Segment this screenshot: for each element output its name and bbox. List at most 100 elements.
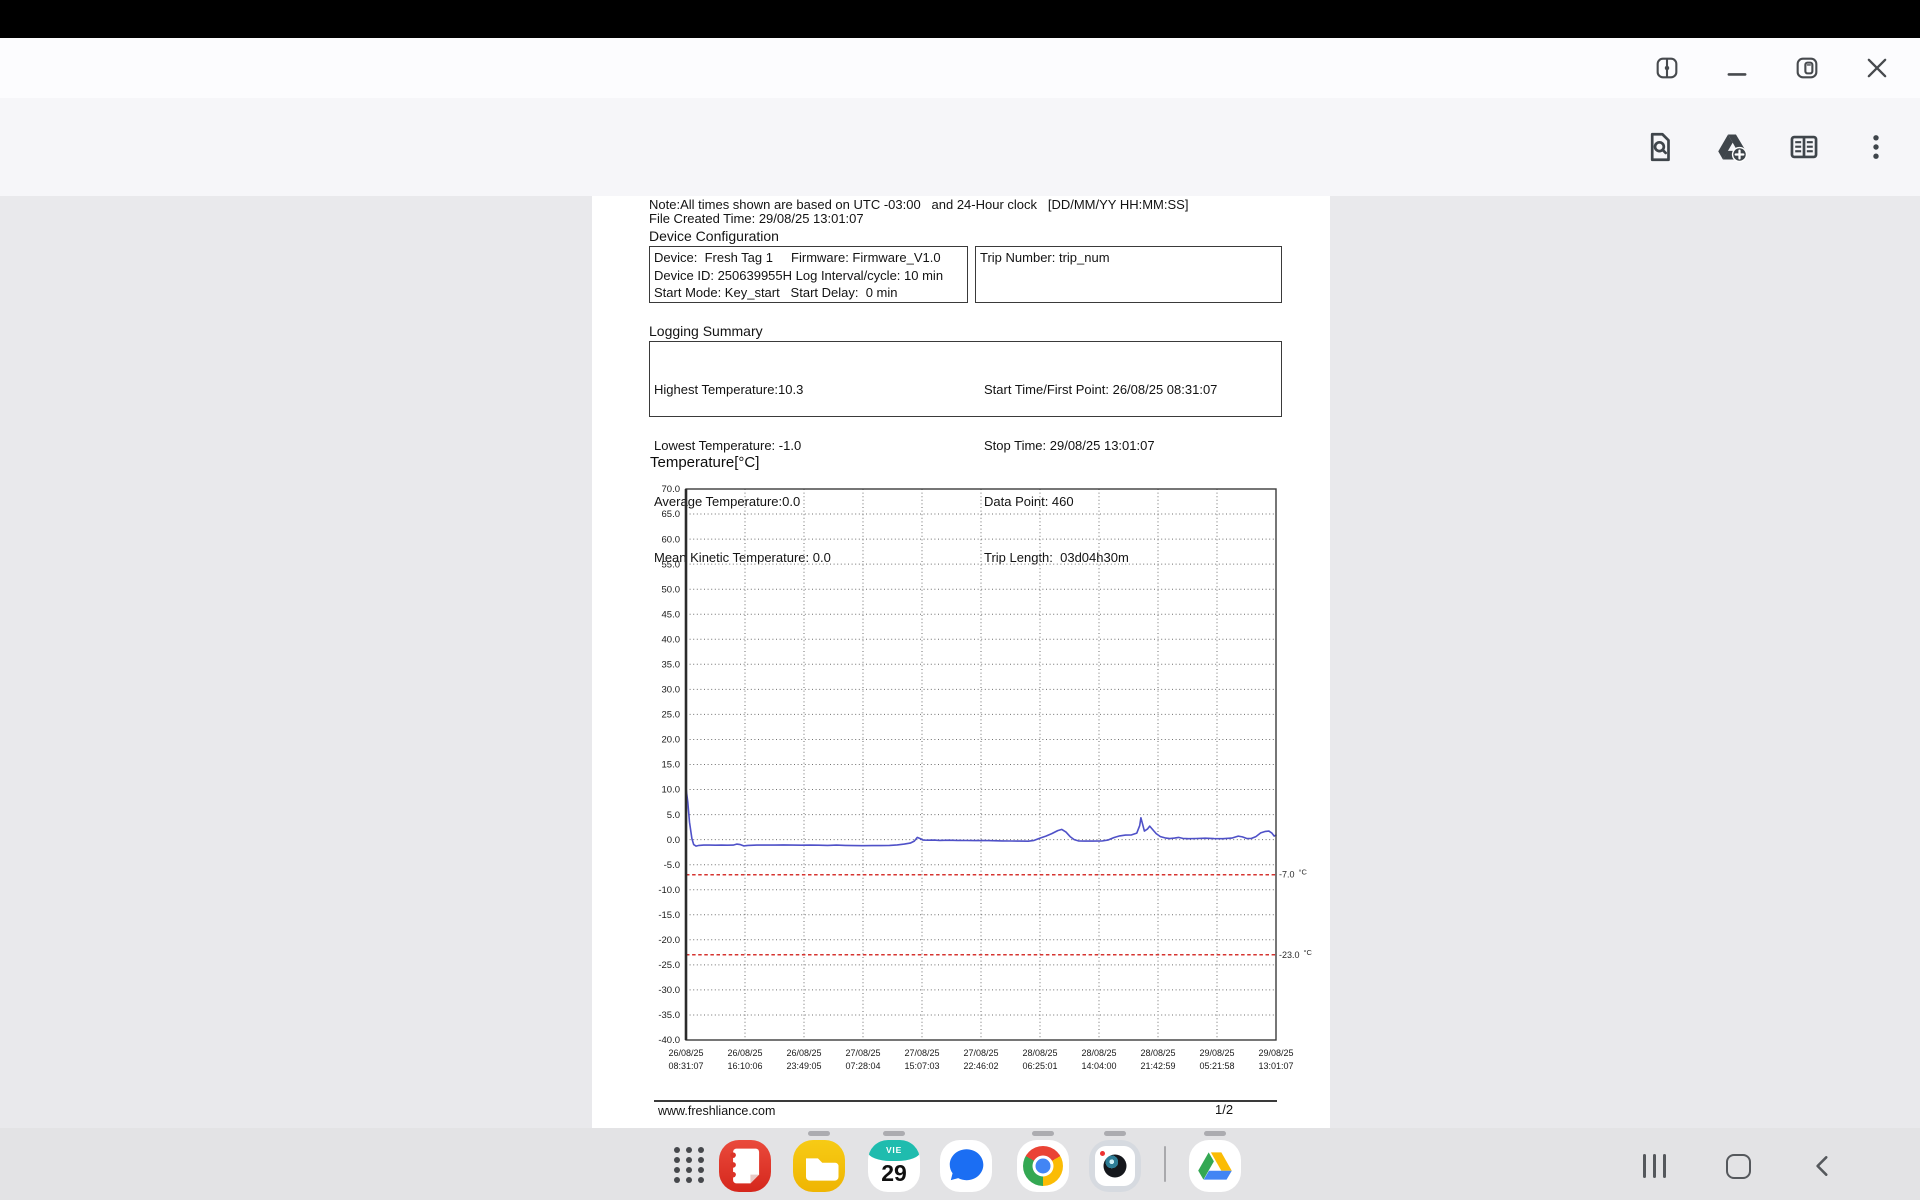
svg-text:27/08/25: 27/08/25 (904, 1048, 939, 1058)
more-options-button[interactable] (1858, 129, 1894, 165)
notes-icon (730, 1148, 760, 1184)
summary-row: Start Time/First Point: 26/08/25 08:31:0… (984, 382, 1218, 398)
device-configuration-heading: Device Configuration (649, 228, 779, 244)
logging-summary-box: Highest Temperature:10.3 Lowest Temperat… (649, 341, 1282, 565)
svg-text:10.0: 10.0 (662, 785, 681, 796)
svg-text:0.0: 0.0 (667, 835, 680, 846)
footer-url: www.freshliance.com (658, 1104, 776, 1118)
svg-text:28/08/25: 28/08/25 (1140, 1048, 1175, 1058)
svg-text:27/08/25: 27/08/25 (963, 1048, 998, 1058)
apps-grid-icon (674, 1147, 704, 1183)
popup-view-button[interactable] (1792, 53, 1822, 83)
split-view-button[interactable] (1652, 53, 1682, 83)
nav-back-button[interactable] (1803, 1146, 1843, 1186)
svg-text:35.0: 35.0 (662, 660, 681, 671)
chat-bubble-icon (949, 1149, 984, 1181)
chrome-icon (1023, 1146, 1063, 1186)
svg-text:70.0: 70.0 (662, 484, 681, 495)
svg-text:50.0: 50.0 (662, 584, 681, 595)
folder-icon (806, 1158, 839, 1181)
svg-text:15.0: 15.0 (662, 760, 681, 771)
svg-text:05:21:58: 05:21:58 (1199, 1061, 1234, 1071)
device-config-row: Device: Fresh Tag 1 Firmware: Firmware_V… (654, 250, 941, 265)
camera-lens (1103, 1154, 1127, 1178)
minimize-button[interactable] (1722, 53, 1752, 83)
summary-row: Highest Temperature:10.3 (654, 382, 804, 398)
camera-icon (1095, 1146, 1135, 1186)
svg-text:23:49:05: 23:49:05 (786, 1061, 821, 1071)
page-indicator: 1/2 (1215, 1102, 1234, 1117)
camera-notification-dot (1100, 1151, 1105, 1156)
svg-text:29/08/25: 29/08/25 (1199, 1048, 1234, 1058)
svg-text:30.0: 30.0 (662, 685, 681, 696)
app-drawer-button[interactable] (672, 1146, 706, 1184)
svg-text:45.0: 45.0 (662, 609, 681, 620)
trip-number-row: Trip Number: trip_num (980, 250, 1110, 265)
summary-row: Stop Time: 29/08/25 13:01:07 (984, 437, 1155, 453)
app-camera[interactable] (1089, 1140, 1141, 1192)
svg-text:40.0: 40.0 (662, 635, 681, 646)
app-messages[interactable] (940, 1140, 992, 1192)
device-config-row: Start Mode: Key_start Start Delay: 0 min (654, 285, 898, 300)
note-line: Note:All times shown are based on UTC -0… (649, 197, 1189, 212)
app-calendar[interactable]: VIE 29 (868, 1140, 920, 1192)
app-my-files[interactable] (793, 1140, 845, 1192)
app-chrome[interactable] (1017, 1140, 1069, 1192)
svg-text:29/08/25: 29/08/25 (1258, 1048, 1293, 1058)
nav-recents-button[interactable] (1634, 1146, 1674, 1186)
running-indicator (1104, 1131, 1126, 1136)
minimize-icon (1727, 73, 1747, 76)
nav-home-button[interactable] (1718, 1146, 1758, 1186)
svg-text:-15.0: -15.0 (658, 910, 680, 921)
add-to-drive-button[interactable] (1714, 129, 1750, 165)
close-window-button[interactable] (1862, 53, 1892, 83)
find-in-document-button[interactable] (1642, 129, 1678, 165)
svg-text:-20.0: -20.0 (658, 935, 680, 946)
svg-text:65.0: 65.0 (662, 509, 681, 520)
drive-icon (1198, 1152, 1232, 1180)
svg-text:21:42:59: 21:42:59 (1140, 1061, 1175, 1071)
pdf-page: Note:All times shown are based on UTC -0… (592, 196, 1330, 1128)
reader-mode-button[interactable] (1786, 129, 1822, 165)
svg-text:28/08/25: 28/08/25 (1022, 1048, 1057, 1058)
summary-row: Lowest Temperature: -1.0 (654, 437, 802, 453)
more-vert-icon (1873, 135, 1879, 159)
calendar-day: 29 (881, 1160, 907, 1186)
app-google-drive[interactable] (1189, 1140, 1241, 1192)
calendar-header: VIE (868, 1140, 920, 1161)
svg-text:14:04:00: 14:04:00 (1081, 1061, 1116, 1071)
logging-summary-heading: Logging Summary (649, 323, 763, 339)
pdf-toolbar: 250639955H.pdf (0, 98, 1920, 261)
running-indicator (1032, 1131, 1054, 1136)
temperature-chart: 70.0 65.0 60.0 55.0 50.0 45.0 40.0 35.0 30.0 25.0… (658, 484, 1312, 1071)
chart-title: Temperature[°C] (650, 454, 760, 471)
svg-text:-30.0: -30.0 (658, 985, 680, 996)
svg-text:08:31:07: 08:31:07 (668, 1061, 703, 1071)
svg-text:13:01:07: 13:01:07 (1258, 1061, 1293, 1071)
popup-view-icon (1796, 57, 1818, 79)
status-bar (0, 0, 1920, 38)
search-document-icon (1650, 132, 1670, 162)
running-indicator (1204, 1131, 1226, 1136)
svg-text:07:28:04: 07:28:04 (845, 1061, 880, 1071)
book-reader-icon (1790, 135, 1818, 159)
svg-text:25.0: 25.0 (662, 710, 681, 721)
svg-text:15:07:03: 15:07:03 (904, 1061, 939, 1071)
device-config-box: Device: Fresh Tag 1 Firmware: Firmware_V… (649, 246, 968, 303)
svg-text:16:10:06: 16:10:06 (727, 1061, 762, 1071)
svg-text:26/08/25: 26/08/25 (786, 1048, 821, 1058)
drive-add-icon (1718, 134, 1748, 163)
svg-text:28/08/25: 28/08/25 (1081, 1048, 1116, 1058)
svg-text:-10.0: -10.0 (658, 885, 680, 896)
svg-text:-35.0: -35.0 (658, 1010, 680, 1021)
chevron-left-icon (1816, 1156, 1828, 1176)
dock-separator (1164, 1146, 1166, 1182)
svg-text:26/08/25: 26/08/25 (727, 1048, 762, 1058)
app-samsung-notes[interactable] (719, 1140, 771, 1192)
pdf-viewport[interactable]: Note:All times shown are based on UTC -0… (0, 196, 1920, 1200)
window-bar (0, 38, 1920, 98)
svg-text:55.0: 55.0 (662, 559, 681, 570)
svg-text:06:25:01: 06:25:01 (1022, 1061, 1057, 1071)
svg-text:5.0: 5.0 (667, 810, 680, 821)
svg-text:-5.0: -5.0 (664, 860, 680, 871)
